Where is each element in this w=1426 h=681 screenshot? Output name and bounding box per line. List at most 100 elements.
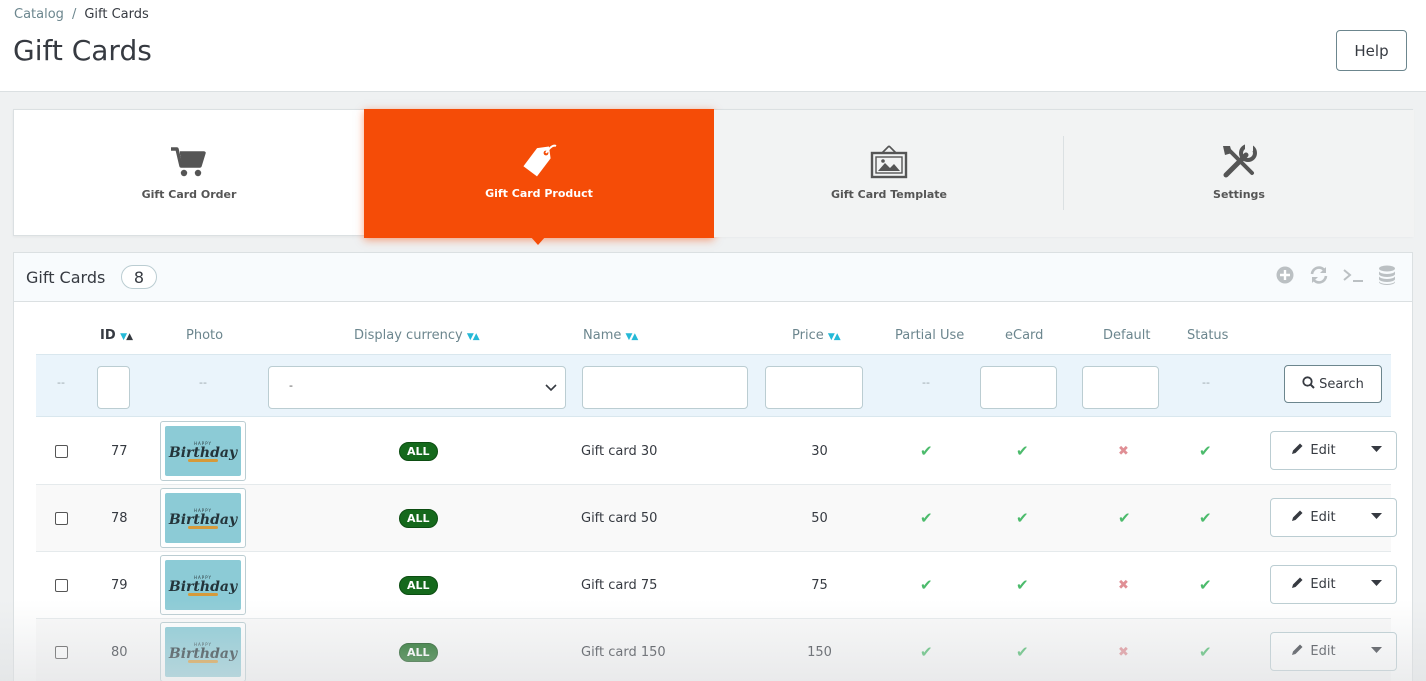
col-header-id[interactable]: ID ▼▲ xyxy=(100,328,133,343)
sort-icon[interactable]: ▼▲ xyxy=(828,332,841,342)
col-header-name[interactable]: Name ▼▲ xyxy=(583,328,639,343)
gift-cards-panel: Gift Cards 8 ID ▼▲ Photo Display currenc… xyxy=(13,252,1413,681)
row-actions-dropdown[interactable] xyxy=(1356,432,1396,469)
edit-button[interactable]: Edit xyxy=(1271,633,1356,670)
row-name: Gift card 50 xyxy=(581,510,658,526)
caret-down-icon xyxy=(1370,445,1382,456)
col-header-display-currency[interactable]: Display currency ▼▲ xyxy=(354,328,480,343)
refresh-icon[interactable] xyxy=(1308,264,1330,286)
partial-use-check-icon[interactable]: ✔ xyxy=(920,576,933,594)
status-check-icon[interactable]: ✔ xyxy=(1199,643,1212,661)
row-actions-dropdown[interactable] xyxy=(1356,499,1396,536)
edit-button[interactable]: Edit xyxy=(1271,566,1356,603)
row-price: 30 xyxy=(811,443,828,459)
table-row: 80 HAPPY Birthday ALL Gift card 150 150 ✔… xyxy=(36,619,1397,681)
filter-currency-value: - xyxy=(289,379,293,392)
tab-gift-card-template[interactable]: Gift Card Template xyxy=(714,110,1064,237)
col-header-status: Status xyxy=(1187,328,1229,343)
panel-title: Gift Cards xyxy=(26,268,106,287)
filter-price-input[interactable] xyxy=(765,366,863,409)
ecard-check-icon[interactable]: ✔ xyxy=(1016,643,1029,661)
col-header-partial-use: Partial Use xyxy=(895,328,965,343)
filter-ecard-input[interactable] xyxy=(980,366,1057,409)
page-title: Gift Cards xyxy=(13,34,152,67)
currency-badge: ALL xyxy=(399,441,438,461)
birthday-card-image: HAPPY Birthday xyxy=(165,627,241,677)
status-check-icon[interactable]: ✔ xyxy=(1199,509,1212,527)
row-checkbox[interactable] xyxy=(55,444,68,458)
filter-name-input[interactable] xyxy=(582,366,748,409)
row-checkbox[interactable] xyxy=(55,511,68,525)
edit-button[interactable]: Edit xyxy=(1271,499,1356,536)
partial-use-check-icon[interactable]: ✔ xyxy=(920,509,933,527)
tab-gift-card-product[interactable]: Gift Card Product xyxy=(364,109,714,238)
filter-id-input[interactable] xyxy=(97,366,130,409)
table-row: 79 HAPPY Birthday ALL Gift card 75 75 ✔ ✔… xyxy=(36,552,1397,619)
table-row: 77 HAPPY Birthday ALL Gift card 30 30 ✔ ✔… xyxy=(36,418,1397,485)
sort-icon[interactable]: ▼▲ xyxy=(467,332,480,342)
row-id: 79 xyxy=(111,577,128,593)
ecard-check-icon[interactable]: ✔ xyxy=(1016,442,1029,460)
ecard-check-icon[interactable]: ✔ xyxy=(1016,509,1029,527)
edit-button-group: Edit xyxy=(1270,632,1397,671)
edit-button-group: Edit xyxy=(1270,498,1397,537)
sort-icon[interactable]: ▼▲ xyxy=(120,332,133,342)
row-name: Gift card 75 xyxy=(581,577,658,593)
default-cross-icon[interactable]: ✖ xyxy=(1118,444,1129,459)
pencil-icon xyxy=(1291,576,1304,593)
row-checkbox[interactable] xyxy=(55,578,68,592)
ecard-check-icon[interactable]: ✔ xyxy=(1016,576,1029,594)
picture-frame-icon xyxy=(869,142,909,182)
row-actions-dropdown[interactable] xyxy=(1356,633,1396,670)
pencil-icon xyxy=(1291,643,1304,660)
row-price: 50 xyxy=(811,510,828,526)
partial-use-check-icon[interactable]: ✔ xyxy=(920,643,933,661)
count-badge: 8 xyxy=(121,265,157,289)
default-check-icon[interactable]: ✔ xyxy=(1118,509,1131,527)
row-price: 75 xyxy=(811,577,828,593)
row-id: 77 xyxy=(111,443,128,459)
sql-terminal-icon[interactable] xyxy=(1342,264,1364,286)
tab-gift-card-order[interactable]: Gift Card Order xyxy=(14,110,364,237)
product-photo[interactable]: HAPPY Birthday xyxy=(160,488,246,548)
breadcrumb-catalog[interactable]: Catalog xyxy=(14,7,64,22)
filter-currency-select[interactable]: - xyxy=(268,366,566,409)
row-actions-dropdown[interactable] xyxy=(1356,566,1396,603)
product-photo[interactable]: HAPPY Birthday xyxy=(160,622,246,681)
search-button[interactable]: Search xyxy=(1284,365,1382,403)
chevron-down-icon xyxy=(545,381,557,395)
sort-icon[interactable]: ▼▲ xyxy=(626,332,639,342)
breadcrumb: Catalog / Gift Cards xyxy=(14,7,149,22)
pencil-icon xyxy=(1291,509,1304,526)
status-check-icon[interactable]: ✔ xyxy=(1199,442,1212,460)
status-check-icon[interactable]: ✔ xyxy=(1199,576,1212,594)
cart-icon xyxy=(169,142,209,182)
tab-label: Settings xyxy=(1213,188,1265,201)
product-photo[interactable]: HAPPY Birthday xyxy=(160,555,246,615)
active-tab-pointer xyxy=(530,236,546,245)
filter-default-input[interactable] xyxy=(1082,366,1159,409)
database-icon[interactable] xyxy=(1376,264,1398,286)
default-cross-icon[interactable]: ✖ xyxy=(1118,578,1129,593)
birthday-card-image: HAPPY Birthday xyxy=(165,493,241,543)
row-checkbox[interactable] xyxy=(55,645,68,659)
pencil-icon xyxy=(1291,442,1304,459)
default-cross-icon[interactable]: ✖ xyxy=(1118,645,1129,660)
tab-settings[interactable]: Settings xyxy=(1064,110,1414,237)
product-photo[interactable]: HAPPY Birthday xyxy=(160,421,246,481)
tab-label: Gift Card Product xyxy=(485,187,593,200)
add-icon[interactable] xyxy=(1274,264,1296,286)
currency-badge: ALL xyxy=(399,642,438,662)
table-row: 78 HAPPY Birthday ALL Gift card 50 50 ✔ ✔… xyxy=(36,485,1397,552)
row-name: Gift card 150 xyxy=(581,644,666,660)
filter-row: -- -- - -- -- Search xyxy=(36,354,1391,417)
col-header-price[interactable]: Price ▼▲ xyxy=(792,328,841,343)
panel-heading: Gift Cards 8 xyxy=(14,253,1412,302)
tools-icon xyxy=(1219,142,1259,182)
caret-down-icon xyxy=(1370,579,1382,590)
tag-icon xyxy=(519,141,559,181)
edit-button[interactable]: Edit xyxy=(1271,432,1356,469)
help-button[interactable]: Help xyxy=(1336,30,1407,71)
partial-use-check-icon[interactable]: ✔ xyxy=(920,442,933,460)
row-price: 150 xyxy=(807,644,832,660)
